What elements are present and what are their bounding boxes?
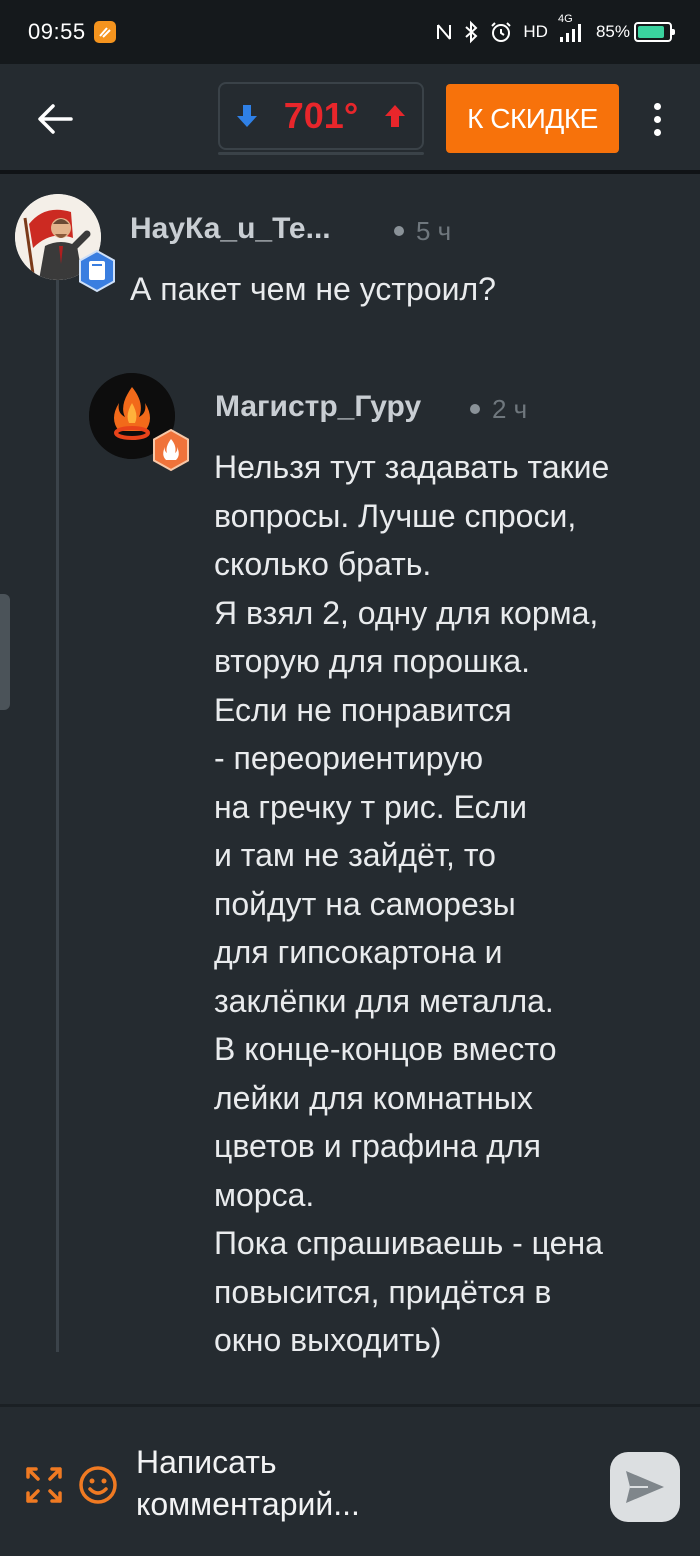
edge-panel-handle[interactable]: [0, 594, 10, 710]
expand-icon: [26, 1467, 62, 1503]
vote-up-button[interactable]: [380, 96, 410, 136]
status-right: HD 4G 85%: [435, 13, 675, 44]
separator-dot: [394, 226, 404, 236]
arrow-left-icon: [38, 104, 73, 134]
arrow-down-icon: [237, 105, 257, 127]
comment-input[interactable]: Написать комментарий...: [136, 1441, 556, 1531]
send-button[interactable]: [610, 1452, 680, 1522]
status-bar: 09:55 HD 4G 85%: [0, 0, 700, 64]
battery-fill: [638, 26, 664, 38]
vote-down-button[interactable]: [232, 96, 262, 136]
comment-text: А пакет чем не устроил?: [130, 271, 496, 307]
bluetooth-icon: [463, 20, 479, 44]
comment-username[interactable]: НауКа_u_Те...: [130, 212, 331, 246]
rating-value: 701°: [283, 95, 359, 136]
nfc-icon: [435, 21, 453, 43]
rating-underline: [218, 152, 424, 155]
separator-dot: [470, 404, 480, 414]
notification-app-icon: [93, 21, 116, 43]
smiley-icon: [79, 1466, 117, 1504]
go-to-deal-button[interactable]: К СКИДКЕ: [446, 84, 619, 153]
back-button[interactable]: [32, 96, 78, 142]
comment-time: 2 ч: [492, 394, 528, 424]
alarm-icon: [489, 20, 513, 44]
comment-username[interactable]: Магистр_Гуру: [215, 390, 421, 424]
more-dot-icon: [653, 102, 661, 110]
top-app-bar: 701° К СКИДКЕ: [0, 64, 700, 174]
signal-icon: 4G: [558, 13, 586, 43]
book-badge-icon: [79, 249, 115, 293]
network-label: HD: [523, 22, 548, 41]
send-icon: [626, 1471, 664, 1503]
more-options-button[interactable]: [640, 94, 674, 144]
battery-icon: [634, 22, 675, 42]
signal-label: 4G: [557, 13, 573, 25]
more-dot-icon: [653, 128, 661, 136]
arrow-up-icon: [385, 105, 405, 127]
emoji-button[interactable]: [78, 1465, 118, 1505]
status-time: 09:55: [28, 19, 86, 44]
rating-widget: 701°: [218, 82, 424, 150]
comment-text: Нельзя тут задавать такие вопросы. Лучше…: [214, 449, 610, 1358]
flame-badge-icon: [153, 428, 189, 472]
battery-percent: 85%: [595, 22, 630, 41]
expand-button[interactable]: [24, 1465, 64, 1505]
battery-indicator: 85%: [595, 22, 675, 42]
comment-composer: Написать комментарий...: [0, 1404, 700, 1556]
comment-time: 5 ч: [416, 216, 452, 246]
more-dot-icon: [653, 115, 661, 123]
status-left: 09:55: [28, 19, 116, 45]
thread-line: [56, 280, 59, 1352]
